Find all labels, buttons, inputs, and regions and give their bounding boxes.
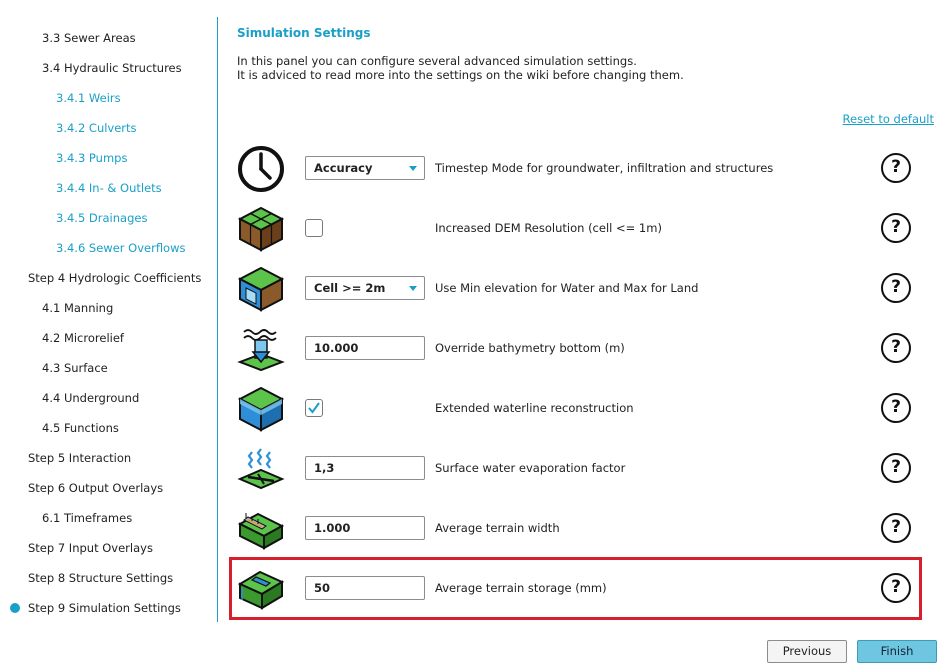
dem-grid-icon (236, 204, 286, 254)
bathymetry-bottom-input[interactable]: 10.000 (305, 336, 425, 360)
clock-icon (236, 144, 286, 194)
help-button-min-elevation[interactable]: ? (881, 273, 911, 303)
chevron-down-icon (409, 286, 417, 291)
sidebar-item-step8[interactable]: Step 8 Structure Settings (28, 568, 173, 588)
sidebar-item-sewer-areas[interactable]: 3.3 Sewer Areas (42, 28, 136, 48)
bathymetry-icon (236, 324, 286, 374)
help-button-evaporation[interactable]: ? (881, 453, 911, 483)
terrain-width-icon (236, 504, 286, 554)
sidebar-divider (217, 17, 218, 622)
question-mark-icon: ? (891, 217, 901, 237)
question-mark-icon: ? (891, 157, 901, 177)
checkmark-icon (308, 402, 320, 414)
min-elevation-value: Cell >= 2m (314, 281, 386, 295)
help-button-waterline[interactable]: ? (881, 393, 911, 423)
previous-button[interactable]: Previous (767, 640, 847, 663)
sidebar-item-step4[interactable]: Step 4 Hydrologic Coefficients (28, 268, 201, 288)
reset-to-default-link[interactable]: Reset to default (843, 112, 934, 126)
timestep-mode-label: Timestep Mode for groundwater, infiltrat… (435, 161, 774, 175)
evaporation-icon (236, 444, 286, 494)
help-button-terrain-width[interactable]: ? (881, 513, 911, 543)
sidebar-item-underground[interactable]: 4.4 Underground (42, 388, 139, 408)
help-button-timestep-mode[interactable]: ? (881, 153, 911, 183)
setting-row-dem-resolution: Increased DEM Resolution (cell <= 1m) ? (230, 198, 930, 258)
sidebar-item-microrelief[interactable]: 4.2 Microrelief (42, 328, 124, 348)
setting-row-min-elevation: Cell >= 2m Use Min elevation for Water a… (230, 258, 930, 318)
setting-row-evaporation: 1,3 Surface water evaporation factor ? (230, 438, 930, 498)
sidebar-item-step6[interactable]: Step 6 Output Overlays (28, 478, 163, 498)
sidebar-item-step5[interactable]: Step 5 Interaction (28, 448, 131, 468)
timestep-mode-value: Accuracy (314, 161, 373, 175)
question-mark-icon: ? (891, 457, 901, 477)
setting-row-waterline: Extended waterline reconstruction ? (230, 378, 930, 438)
terrain-storage-icon (236, 564, 286, 614)
finish-button[interactable]: Finish (857, 640, 937, 663)
help-button-dem-resolution[interactable]: ? (881, 213, 911, 243)
question-mark-icon: ? (891, 517, 901, 537)
sidebar-item-pumps[interactable]: 3.4.3 Pumps (56, 148, 127, 168)
intro-text-line2: It is adviced to read more into the sett… (237, 68, 684, 82)
sidebar-item-manning[interactable]: 4.1 Manning (42, 298, 113, 318)
sidebar-item-drainages[interactable]: 3.4.5 Drainages (56, 208, 147, 228)
help-button-bathymetry[interactable]: ? (881, 333, 911, 363)
sidebar-item-culverts[interactable]: 3.4.2 Culverts (56, 118, 137, 138)
question-mark-icon: ? (891, 277, 901, 297)
chevron-down-icon (409, 166, 417, 171)
sidebar-item-surface[interactable]: 4.3 Surface (42, 358, 108, 378)
waterline-label: Extended waterline reconstruction (435, 401, 634, 415)
timestep-mode-dropdown[interactable]: Accuracy (305, 156, 425, 180)
terrain-width-label: Average terrain width (435, 521, 560, 535)
terrain-storage-input[interactable]: 50 (305, 576, 425, 600)
setting-row-timestep-mode: Accuracy Timestep Mode for groundwater, … (230, 138, 930, 198)
terrain-water-icon (236, 264, 286, 314)
terrain-width-input[interactable]: 1.000 (305, 516, 425, 540)
question-mark-icon: ? (891, 577, 901, 597)
sidebar-nav: 3.3 Sewer Areas 3.4 Hydraulic Structures… (0, 0, 218, 622)
evaporation-factor-input[interactable]: 1,3 (305, 456, 425, 480)
setting-row-bathymetry: 10.000 Override bathymetry bottom (m) ? (230, 318, 930, 378)
sidebar-item-weirs[interactable]: 3.4.1 Weirs (56, 88, 121, 108)
sidebar-item-in-outlets[interactable]: 3.4.4 In- & Outlets (56, 178, 162, 198)
dem-resolution-label: Increased DEM Resolution (cell <= 1m) (435, 221, 662, 235)
question-mark-icon: ? (891, 337, 901, 357)
page-title: Simulation Settings (237, 26, 371, 40)
waterline-checkbox[interactable] (305, 399, 323, 417)
sidebar-item-step9[interactable]: Step 9 Simulation Settings (28, 598, 181, 618)
sidebar-item-timeframes[interactable]: 6.1 Timeframes (42, 508, 132, 528)
sidebar-item-hydraulic-structures[interactable]: 3.4 Hydraulic Structures (42, 58, 182, 78)
sidebar-item-sewer-overflows[interactable]: 3.4.6 Sewer Overflows (56, 238, 186, 258)
help-button-terrain-storage[interactable]: ? (881, 573, 911, 603)
dem-resolution-checkbox[interactable] (305, 219, 323, 237)
sidebar-item-functions[interactable]: 4.5 Functions (42, 418, 119, 438)
intro-text-line1: In this panel you can configure several … (237, 54, 637, 68)
evaporation-factor-label: Surface water evaporation factor (435, 461, 626, 475)
bathymetry-bottom-label: Override bathymetry bottom (m) (435, 341, 625, 355)
waterline-cube-icon (236, 384, 286, 434)
setting-row-terrain-width: 1.000 Average terrain width ? (230, 498, 930, 558)
terrain-storage-label: Average terrain storage (mm) (435, 581, 607, 595)
question-mark-icon: ? (891, 397, 901, 417)
min-elevation-label: Use Min elevation for Water and Max for … (435, 281, 699, 295)
min-elevation-dropdown[interactable]: Cell >= 2m (305, 276, 425, 300)
sidebar-item-step7[interactable]: Step 7 Input Overlays (28, 538, 153, 558)
active-step-indicator (10, 603, 20, 613)
setting-row-terrain-storage: 50 Average terrain storage (mm) ? (230, 558, 930, 618)
